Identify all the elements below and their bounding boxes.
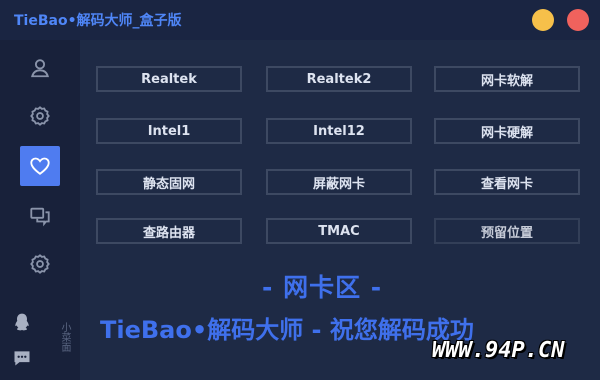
reserved-slot-button[interactable]: 预留位置 [434,218,580,244]
sidebar-item-user[interactable] [20,48,60,88]
qq-icon[interactable] [12,312,32,332]
nic-soft-decode-button[interactable]: 网卡软解 [434,66,580,92]
view-nic-button[interactable]: 查看网卡 [434,169,580,195]
user-icon [31,59,49,78]
close-button[interactable] [567,9,589,31]
minimize-button[interactable] [532,9,554,31]
sidebar-item-settings-2[interactable] [20,244,60,284]
static-fixed-network-button[interactable]: 静态固网 [96,169,242,195]
watermark: WWW.94P.CN [432,338,565,363]
intel12-button[interactable]: Intel12 [266,118,412,144]
heart-icon [30,157,50,175]
intel1-button[interactable]: Intel1 [96,118,242,144]
message-icon[interactable] [12,348,32,368]
section-banner-title: - 网卡区 - [262,273,383,302]
sidebar: 小菜面 [0,40,80,380]
chat-icon [30,207,50,227]
tmac-button[interactable]: TMAC [266,218,412,244]
sidebar-item-favorite[interactable] [20,146,60,186]
title-bar: TieBao•解码大师_盒子版 [0,0,600,40]
sidebar-vertical-text: 小菜面 [59,322,70,352]
section-banner-slogan: TieBao•解码大师 - 祝您解码成功 [100,316,474,344]
sidebar-item-chat[interactable] [20,196,60,236]
block-nic-button[interactable]: 屏蔽网卡 [266,169,412,195]
nic-hard-decode-button[interactable]: 网卡硬解 [434,118,580,144]
gear-icon [30,254,50,274]
app-title: TieBao•解码大师_盒子版 [14,13,182,29]
check-router-button[interactable]: 查路由器 [96,218,242,244]
realtek-button[interactable]: Realtek [96,66,242,92]
sidebar-item-settings[interactable] [20,96,60,136]
gear-icon [30,106,50,126]
realtek2-button[interactable]: Realtek2 [266,66,412,92]
